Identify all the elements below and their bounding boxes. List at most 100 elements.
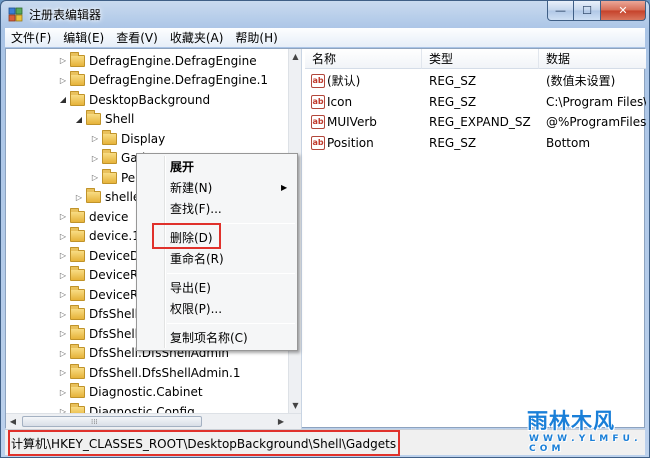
- string-value-icon: ab: [311, 74, 325, 88]
- collapsed-arrow-icon[interactable]: ▷: [58, 368, 68, 377]
- folder-icon: [70, 344, 85, 360]
- tree-node-label: DefragEngine.DefragEngine: [89, 53, 257, 68]
- value-data: @%ProgramFiles%\Windows Sidebar\sidebar.…: [546, 115, 646, 129]
- collapsed-arrow-icon[interactable]: ▷: [90, 134, 100, 143]
- scroll-up-icon[interactable]: ▲: [289, 49, 301, 64]
- string-value-icon: ab: [311, 135, 325, 150]
- tree-node-label: DfsShell.DfsShellAdmin.1: [89, 365, 241, 380]
- menu-edit[interactable]: 编辑(E): [63, 29, 104, 46]
- tree-node-label: device: [89, 209, 129, 224]
- folder-icon: [86, 188, 101, 204]
- collapsed-arrow-icon[interactable]: ▷: [90, 173, 100, 182]
- tree-horizontal-scrollbar[interactable]: ◀ ⁞⁞⁞ ▶: [6, 413, 301, 429]
- tree-node-label: device.1: [89, 229, 140, 244]
- folder-icon: [70, 363, 85, 379]
- collapsed-arrow-icon[interactable]: ▷: [58, 232, 68, 241]
- ctx-copy-key-name[interactable]: 复制项名称(C): [170, 328, 248, 348]
- scroll-thumb[interactable]: [22, 416, 202, 427]
- maximize-icon: ☐: [582, 4, 592, 17]
- tree-node[interactable]: ▷ DefragEngine.DefragEngine.1: [58, 71, 268, 91]
- main-content: ▷ Diagnostic.Config ▷ Diagnostic.Cabinet ▷ Df…: [5, 48, 646, 429]
- expanded-arrow-icon[interactable]: ◢: [74, 115, 84, 124]
- tree-node[interactable]: ▷ device.1: [58, 227, 140, 247]
- close-icon: ✕: [618, 4, 628, 17]
- value-type: REG_SZ: [429, 135, 477, 150]
- collapsed-arrow-icon[interactable]: ▷: [58, 349, 68, 358]
- tree-node[interactable]: ▷ DfsShell.DfsShellAdmin.1: [58, 363, 241, 383]
- collapsed-arrow-icon[interactable]: ▷: [58, 310, 68, 319]
- ctx-export[interactable]: 导出(E): [170, 278, 211, 298]
- collapsed-arrow-icon[interactable]: ▷: [74, 193, 84, 202]
- delete-highlight-box: [152, 223, 221, 249]
- folder-icon: [70, 71, 85, 87]
- submenu-arrow-icon: ▶: [281, 183, 288, 192]
- column-header-name[interactable]: 名称: [305, 49, 422, 69]
- tree-node[interactable]: ◢ DesktopBackground: [58, 90, 210, 110]
- menu-file[interactable]: 文件(F): [11, 29, 51, 46]
- tree-node[interactable]: ▷ DefragEngine.DefragEngine: [58, 51, 257, 71]
- ctx-separator: [167, 323, 295, 324]
- folder-icon: [70, 51, 85, 67]
- value-name-text: (默认): [327, 74, 361, 88]
- collapsed-arrow-icon[interactable]: ▷: [58, 329, 68, 338]
- value-name-text: Position: [327, 135, 374, 150]
- menu-bar: 文件(F) 编辑(E) 查看(V) 收藏夹(A) 帮助(H): [5, 28, 645, 47]
- value-name-text: MUIVerb: [327, 115, 377, 129]
- value-list: 名称 类型 数据 ab (默认) REG_SZ (数值未设置) ab Icon REG_SZ…: [305, 49, 646, 429]
- scroll-right-icon[interactable]: ▶: [274, 414, 288, 429]
- value-name[interactable]: ab MUIVerb: [311, 112, 422, 132]
- tree-node[interactable]: ◢ Shell: [74, 110, 134, 130]
- context-menu: 展开 新建(N) ▶ 查找(F)... 删除(D) 重命名(R) 导出(E) 权…: [136, 153, 298, 351]
- folder-icon: [70, 285, 85, 301]
- folder-icon: [102, 129, 117, 145]
- collapsed-arrow-icon[interactable]: ▷: [58, 251, 68, 260]
- value-type: REG_SZ: [429, 74, 477, 88]
- regedit-window: 注册表编辑器 — ☐ ✕ 文件(F) 编辑(E) 查看(V) 收藏夹(A) 帮助…: [0, 0, 650, 458]
- expanded-arrow-icon[interactable]: ◢: [58, 95, 68, 104]
- column-header-data[interactable]: 数据: [539, 49, 646, 69]
- caption-buttons: — ☐ ✕: [547, 1, 646, 21]
- title-bar[interactable]: 注册表编辑器 — ☐ ✕: [1, 1, 649, 28]
- minimize-icon: —: [555, 4, 566, 17]
- scroll-grip-icon: ⁞⁞⁞: [91, 418, 98, 426]
- tree-node[interactable]: ▷ Display: [90, 129, 165, 149]
- folder-icon: [70, 305, 85, 321]
- ctx-permissions[interactable]: 权限(P)...: [170, 299, 222, 319]
- ctx-expand[interactable]: 展开: [170, 157, 194, 177]
- ctx-new[interactable]: 新建(N): [170, 178, 212, 198]
- folder-icon: [70, 207, 85, 223]
- value-name[interactable]: ab Icon: [311, 92, 422, 112]
- maximize-button[interactable]: ☐: [574, 1, 601, 21]
- scroll-left-icon[interactable]: ◀: [6, 414, 20, 429]
- collapsed-arrow-icon[interactable]: ▷: [58, 290, 68, 299]
- window-title: 注册表编辑器: [29, 8, 102, 22]
- collapsed-arrow-icon[interactable]: ▷: [90, 154, 100, 163]
- scroll-down-icon[interactable]: ▼: [289, 398, 301, 413]
- tree-node[interactable]: ▷ device: [58, 207, 128, 227]
- column-header-type[interactable]: 类型: [422, 49, 539, 69]
- collapsed-arrow-icon[interactable]: ▷: [58, 271, 68, 280]
- path-highlight-box: [8, 430, 400, 456]
- collapsed-arrow-icon[interactable]: ▷: [58, 56, 68, 65]
- menu-view[interactable]: 查看(V): [116, 29, 158, 46]
- menu-help[interactable]: 帮助(H): [235, 29, 277, 46]
- tree-node[interactable]: ▷ Diagnostic.Cabinet: [58, 383, 203, 403]
- value-type: REG_EXPAND_SZ: [429, 115, 531, 129]
- collapsed-arrow-icon[interactable]: ▷: [58, 388, 68, 397]
- collapsed-arrow-icon[interactable]: ▷: [58, 212, 68, 221]
- folder-icon: [102, 149, 117, 165]
- value-name[interactable]: ab Position: [311, 133, 422, 153]
- regedit-app-icon: [8, 7, 23, 22]
- value-name[interactable]: ab (默认): [311, 71, 422, 91]
- ctx-rename[interactable]: 重命名(R): [170, 249, 224, 269]
- string-value-icon: ab: [311, 115, 325, 129]
- minimize-button[interactable]: —: [547, 1, 574, 21]
- menu-favorites[interactable]: 收藏夹(A): [170, 29, 224, 46]
- value-data: (数值未设置): [546, 74, 616, 88]
- close-button[interactable]: ✕: [601, 1, 646, 21]
- ctx-find[interactable]: 查找(F)...: [170, 199, 222, 219]
- tree-node-label: DefragEngine.DefragEngine.1: [89, 73, 269, 88]
- collapsed-arrow-icon[interactable]: ▷: [58, 76, 68, 85]
- watermark-logo-text: 雨林木风: [527, 409, 615, 433]
- folder-icon: [70, 90, 85, 106]
